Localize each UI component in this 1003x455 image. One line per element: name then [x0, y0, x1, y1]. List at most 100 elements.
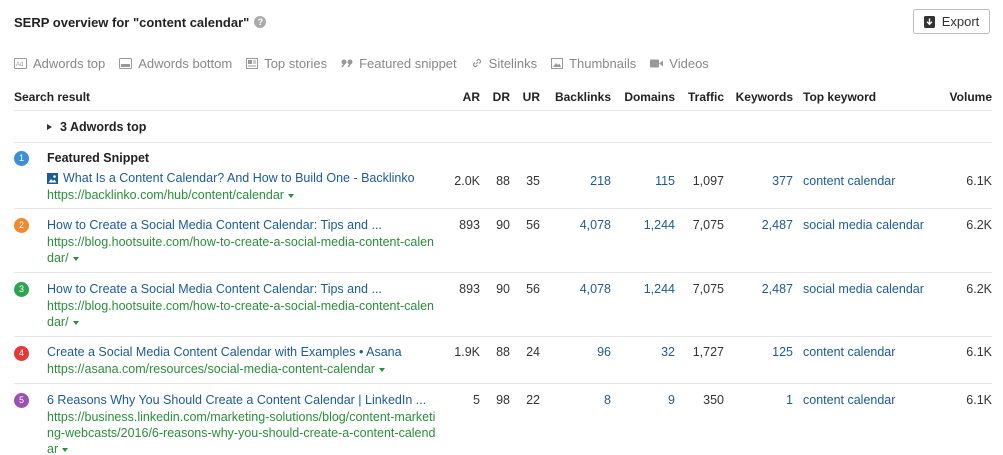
cell-domains[interactable]: 115 [655, 174, 675, 188]
cell-ur: 24 [526, 345, 540, 359]
export-button[interactable]: Export [913, 9, 990, 34]
position-badge: 2 [14, 218, 29, 233]
cell-dr: 88 [496, 345, 510, 359]
result-title-link[interactable]: What Is a Content Calendar? And How to B… [47, 171, 415, 185]
cell-backlinks[interactable]: 4,078 [580, 282, 611, 296]
cell-domains[interactable]: 1,244 [644, 282, 675, 296]
result-title-link[interactable]: How to Create a Social Media Content Cal… [47, 218, 382, 232]
expand-triangle-icon [47, 124, 52, 130]
filter-adwords-top[interactable]: Ad Adwords top [14, 56, 105, 71]
chevron-down-icon[interactable] [72, 256, 79, 261]
cell-domains[interactable]: 32 [661, 345, 675, 359]
chevron-down-icon[interactable] [62, 447, 69, 452]
page-title: SERP overview for "content calendar" [14, 14, 250, 30]
link-icon [472, 58, 481, 68]
cell-volume: 6.2K [966, 282, 992, 296]
cell-backlinks[interactable]: 4,078 [580, 218, 611, 232]
adwords-group-row: 3 Adwords top [14, 111, 992, 143]
filter-thumbnails[interactable]: Thumbnails [551, 56, 636, 71]
cell-dr: 90 [496, 218, 510, 232]
col-top-keyword[interactable]: Top keyword [803, 90, 876, 104]
filter-sitelinks[interactable]: Sitelinks [471, 56, 537, 71]
chevron-down-icon[interactable] [72, 320, 79, 325]
cell-dr: 88 [496, 174, 510, 188]
col-dr[interactable]: DR [493, 90, 510, 104]
result-title-link[interactable]: 6 Reasons Why You Should Create a Conten… [47, 393, 426, 407]
image-icon [47, 173, 58, 184]
cell-ur: 22 [526, 393, 540, 407]
filter-adwords-bottom[interactable]: Adwords bottom [119, 56, 232, 71]
cell-ar: 2.0K [454, 174, 480, 188]
col-domains[interactable]: Domains [624, 90, 675, 104]
filter-videos[interactable]: Videos [650, 56, 709, 71]
cell-keywords[interactable]: 377 [772, 174, 793, 188]
cell-ar: 893 [459, 218, 480, 232]
result-url[interactable]: https://blog.hootsuite.com/how-to-create… [47, 234, 437, 266]
result-title-link[interactable]: How to Create a Social Media Content Cal… [47, 282, 382, 296]
cell-ur: 56 [526, 282, 540, 296]
col-traffic[interactable]: Traffic [688, 90, 724, 104]
col-keywords[interactable]: Keywords [736, 90, 793, 104]
cell-keywords[interactable]: 125 [772, 345, 793, 359]
ad-bottom-icon [119, 57, 133, 69]
result-url[interactable]: https://asana.com/resources/social-media… [47, 361, 437, 377]
video-icon [650, 59, 664, 67]
adwords-toggle[interactable]: 3 Adwords top [47, 120, 146, 134]
cell-traffic: 350 [703, 393, 724, 407]
cell-ar: 1.9K [454, 345, 480, 359]
page-header: SERP overview for "content calendar" ? [14, 13, 267, 31]
chevron-down-icon[interactable] [287, 193, 294, 198]
cell-backlinks[interactable]: 96 [597, 345, 611, 359]
cell-ur: 35 [526, 174, 540, 188]
cell-keywords[interactable]: 1 [786, 393, 793, 407]
cell-backlinks[interactable]: 218 [590, 174, 611, 188]
table-header: Search result AR DR UR Backlinks Domains… [14, 86, 992, 111]
col-search-result[interactable]: Search result [14, 90, 90, 104]
cell-top-keyword[interactable]: social media calendar [803, 218, 924, 232]
cell-dr: 90 [496, 282, 510, 296]
help-icon[interactable]: ? [254, 16, 267, 28]
download-icon [923, 15, 935, 28]
cell-ar: 893 [459, 282, 480, 296]
cell-traffic: 1,727 [692, 345, 724, 359]
table-row: 2 How to Create a Social Media Content C… [14, 209, 992, 273]
svg-text:Ad: Ad [16, 62, 23, 68]
result-url[interactable]: https://backlinko.com/hub/content/calend… [47, 187, 437, 203]
table-row: 1 Featured Snippet What Is a Content Cal… [14, 143, 992, 209]
result-url[interactable]: https://blog.hootsuite.com/how-to-create… [47, 298, 437, 330]
position-badge: 5 [14, 393, 29, 408]
chevron-down-icon[interactable] [378, 367, 385, 372]
serp-feature-filters: Ad Adwords top Adwords bottom Top storie… [14, 54, 723, 72]
col-backlinks[interactable]: Backlinks [555, 90, 611, 104]
cell-volume: 6.1K [966, 174, 992, 188]
cell-volume: 6.2K [966, 218, 992, 232]
cell-traffic: 7,075 [692, 282, 724, 296]
filter-featured-snippet[interactable]: Featured snippet [341, 56, 457, 71]
cell-volume: 6.1K [966, 345, 992, 359]
cell-traffic: 7,075 [692, 218, 724, 232]
cell-top-keyword[interactable]: content calendar [803, 174, 895, 188]
cell-ur: 56 [526, 218, 540, 232]
news-icon [246, 57, 259, 69]
cell-top-keyword[interactable]: social media calendar [803, 282, 924, 296]
col-ur[interactable]: UR [523, 90, 540, 104]
position-badge: 3 [14, 282, 29, 297]
cell-keywords[interactable]: 2,487 [762, 218, 793, 232]
cell-dr: 98 [496, 393, 510, 407]
result-url[interactable]: https://business.linkedin.com/marketing-… [47, 409, 437, 455]
table-row: 5 6 Reasons Why You Should Create a Cont… [14, 384, 992, 455]
col-volume[interactable]: Volume [950, 90, 992, 104]
cell-backlinks[interactable]: 8 [604, 393, 611, 407]
cell-domains[interactable]: 1,244 [644, 218, 675, 232]
cell-keywords[interactable]: 2,487 [762, 282, 793, 296]
result-title-link[interactable]: Create a Social Media Content Calendar w… [47, 345, 402, 359]
col-ar[interactable]: AR [463, 90, 480, 104]
cell-top-keyword[interactable]: content calendar [803, 345, 895, 359]
cell-domains[interactable]: 9 [668, 393, 675, 407]
cell-traffic: 1,097 [692, 174, 724, 188]
position-badge: 4 [14, 346, 29, 361]
cell-top-keyword[interactable]: content calendar [803, 393, 895, 407]
table-row: 4 Create a Social Media Content Calendar… [14, 337, 992, 384]
filter-top-stories[interactable]: Top stories [246, 56, 327, 71]
ad-icon: Ad [14, 57, 27, 69]
